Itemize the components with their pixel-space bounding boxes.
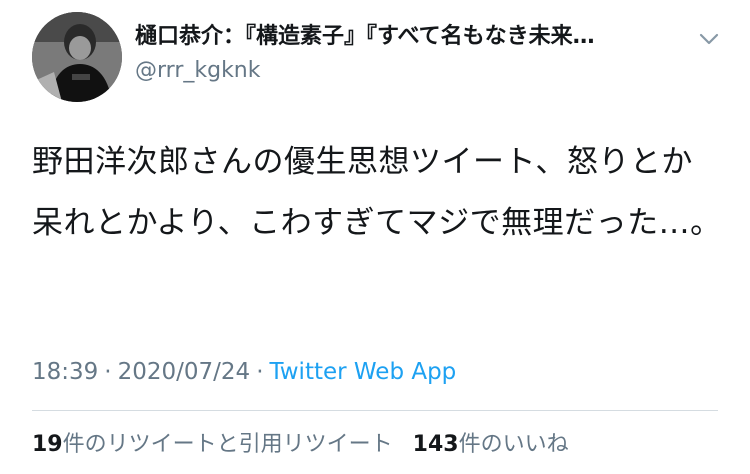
tweet-meta: 18:39 · 2020/07/24 · Twitter Web App <box>32 356 456 388</box>
tweet-source-link[interactable]: Twitter Web App <box>270 359 457 385</box>
tweet-date[interactable]: 2020/07/24 <box>118 359 251 385</box>
meta-separator: · <box>104 359 112 385</box>
retweets-stat[interactable]: 19件のリツイートと引用リツイート <box>32 432 393 457</box>
author-info: 樋口恭介：『構造素子』『すべて名もなき未来… @rrr_kgknk <box>135 22 685 86</box>
tweet-text: 野田洋次郎さんの優生思想ツイート、怒りとか呆れとかより、こわすぎてマジで無理だっ… <box>32 144 722 241</box>
tweet-header: 樋口恭介：『構造素子』『すべて名もなき未来… @rrr_kgknk <box>32 12 732 102</box>
meta-separator: · <box>256 359 264 385</box>
avatar[interactable] <box>32 12 122 102</box>
user-avatar-photo-icon <box>32 12 122 102</box>
chevron-down-icon <box>699 33 719 45</box>
retweets-label: 件のリツイートと引用リツイート <box>62 432 393 457</box>
author-handle[interactable]: @rrr_kgknk <box>135 56 685 86</box>
divider <box>32 410 718 411</box>
likes-count: 143 <box>412 432 459 457</box>
likes-stat[interactable]: 143件のいいね <box>413 432 569 457</box>
tweet-stats: 19件のリツイートと引用リツイート 143件のいいね <box>32 428 569 462</box>
tweet-time[interactable]: 18:39 <box>32 359 98 385</box>
author-display-name[interactable]: 樋口恭介：『構造素子』『すべて名もなき未来… <box>135 22 685 52</box>
retweets-count: 19 <box>32 432 63 457</box>
likes-label: 件のいいね <box>458 432 569 457</box>
tweet-detail: 樋口恭介：『構造素子』『すべて名もなき未来… @rrr_kgknk 野田洋次郎さ… <box>0 0 750 474</box>
tweet-menu-button[interactable] <box>696 26 722 52</box>
